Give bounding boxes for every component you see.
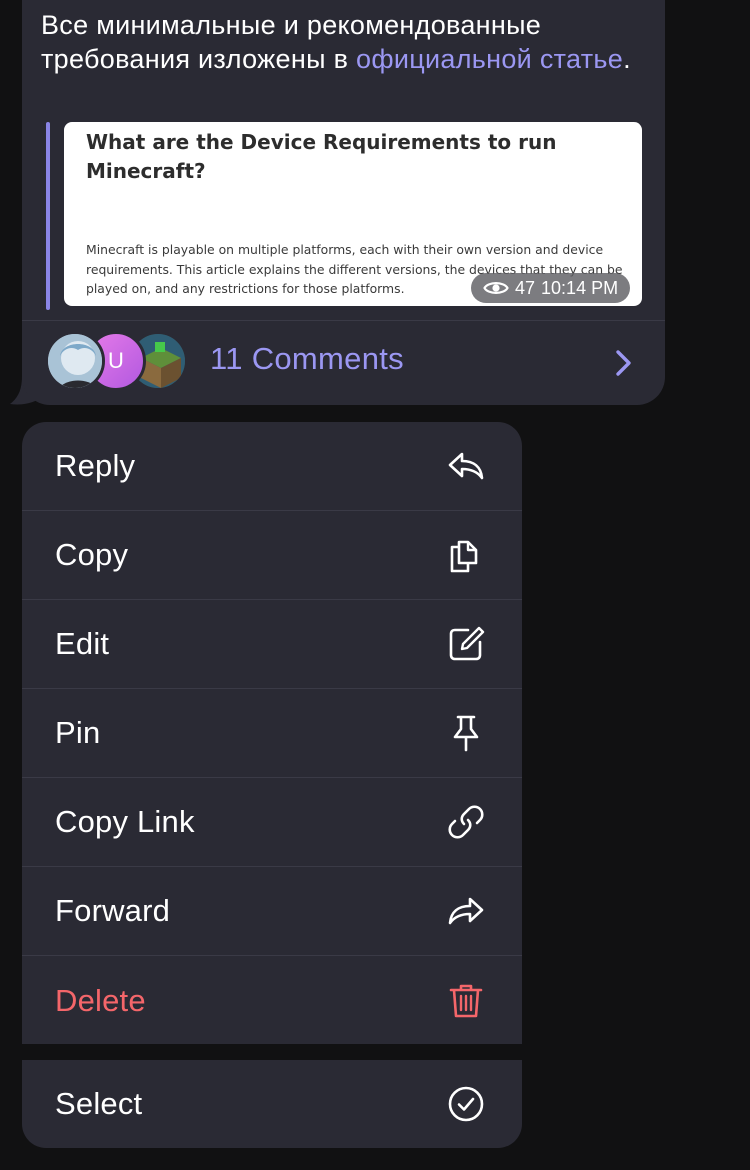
menu-item-forward[interactable]: Forward [22,867,522,956]
message-text: Все минимальные и рекомендованные требов… [41,10,631,74]
chevron-right-icon [616,350,631,376]
link-preview-title: What are the Device Requirements to run … [86,130,557,183]
menu-item-edit[interactable]: Edit [22,600,522,689]
eye-icon [483,282,509,294]
avatar-anime-character [45,331,105,391]
menu-item-label: Copy Link [55,804,195,839]
menu-item-label: Delete [55,982,146,1018]
pin-icon [453,715,479,752]
comments-count-label: 11 Comments [210,341,404,376]
post-time: 10:14 PM [541,277,619,298]
checkmark-circle-icon [448,1086,484,1122]
menu-item-delete[interactable]: Delete [22,956,522,1044]
copy-icon [450,540,478,573]
link-preview-card[interactable]: What are the Device Requirements to run … [64,122,642,306]
menu-item-label: Copy [55,537,129,572]
edit-icon [449,626,485,661]
trash-icon [449,984,483,1017]
comments-button[interactable]: U 11 Comments [22,321,665,405]
context-menu-actions: Reply Copy Edit Pin Copy Link Forward De… [22,422,522,1044]
menu-item-select[interactable]: Select [22,1060,522,1148]
menu-item-label: Forward [55,893,171,928]
views-count: 47 [515,277,536,298]
reply-icon [448,452,484,480]
menu-item-copy-link[interactable]: Copy Link [22,778,522,867]
menu-item-copy[interactable]: Copy [22,511,522,600]
link-preview-accent-bar [46,122,50,310]
menu-item-label: Select [55,1086,143,1121]
views-time-badge: 47 10:14 PM [471,273,631,303]
link-icon [448,805,484,839]
menu-item-reply[interactable]: Reply [22,422,522,511]
menu-item-label: Edit [55,626,110,661]
menu-item-pin[interactable]: Pin [22,689,522,778]
menu-item-label: Reply [55,448,136,483]
context-menu-select-group: Select [22,1060,522,1148]
channel-post-bubble[interactable]: Все минимальные и рекомендованные требов… [22,0,665,405]
chat-screen: Все минимальные и рекомендованные требов… [0,0,750,1170]
menu-item-label: Pin [55,715,101,750]
message-link[interactable]: официальной статье [356,44,623,74]
link-preview[interactable]: What are the Device Requirements to run … [46,122,642,310]
forward-icon [448,897,484,925]
context-menu: Reply Copy Edit Pin Copy Link Forward De… [22,422,522,1148]
